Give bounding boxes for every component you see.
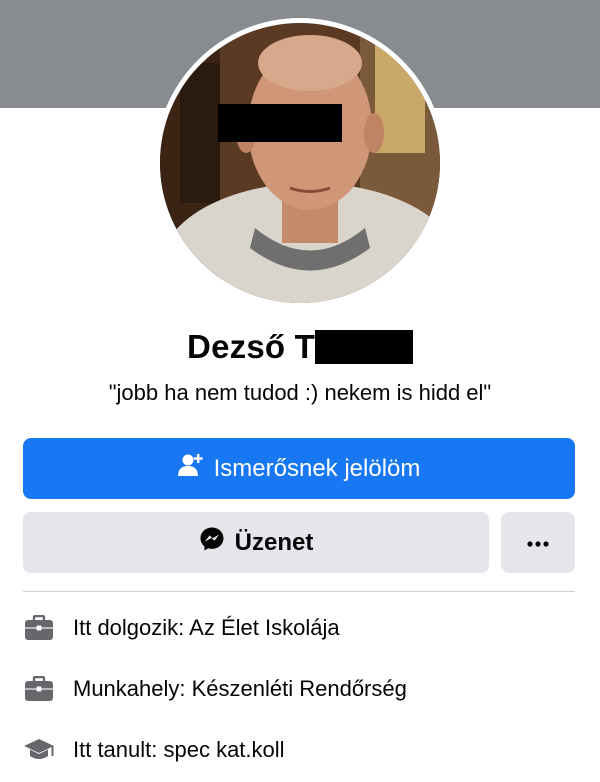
info-text: Munkahely: Készenléti Rendőrség: [73, 676, 407, 701]
profile-name-row: Dezső T: [0, 328, 600, 366]
add-friend-button[interactable]: Ismerősnek jelölöm: [23, 438, 575, 499]
info-row-job: Munkahely: Készenléti Rendőrség: [23, 669, 583, 709]
message-label: Üzenet: [234, 528, 314, 556]
add-friend-icon: [177, 453, 204, 484]
profile-name: Dezső T: [187, 328, 315, 365]
more-options-button[interactable]: [501, 512, 575, 573]
briefcase-icon: [23, 612, 55, 644]
info-text: Itt tanult: spec kat.koll: [73, 737, 285, 762]
eyes-redaction-bar: [218, 104, 342, 142]
add-friend-label: Ismerősnek jelölöm: [213, 454, 421, 482]
info-text: Itt dolgozik: Az Élet Iskolája: [73, 615, 340, 640]
profile-avatar[interactable]: [160, 23, 440, 303]
messenger-icon: [199, 526, 225, 559]
name-redaction-bar: [314, 330, 413, 364]
message-button[interactable]: Üzenet: [23, 512, 489, 573]
info-row-workplace: Itt dolgozik: Az Élet Iskolája: [23, 608, 583, 648]
briefcase-icon: [23, 673, 55, 705]
profile-bio: "jobb ha nem tudod :) nekem is hidd el": [108, 380, 492, 405]
more-dots-icon: [527, 534, 549, 552]
section-divider: [23, 591, 575, 592]
graduation-cap-icon: [23, 734, 55, 766]
info-row-education: Itt tanult: spec kat.koll: [23, 730, 583, 770]
